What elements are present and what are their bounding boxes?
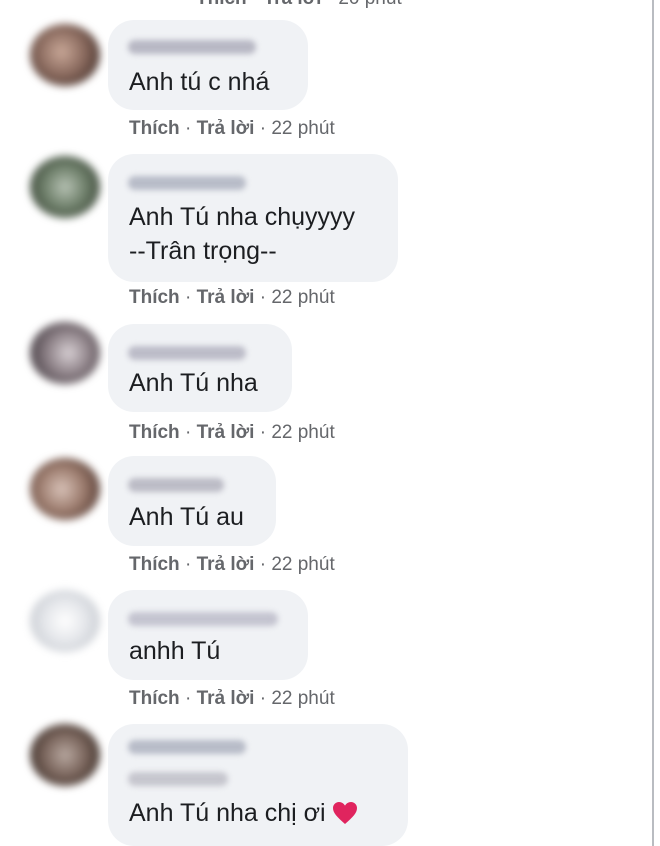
separator: · — [259, 554, 267, 575]
comment-text: Anh tú c nhá — [129, 68, 270, 96]
timestamp[interactable]: 22 phút — [271, 422, 334, 443]
timestamp[interactable]: 22 phút — [271, 118, 334, 139]
timestamp[interactable]: 20 phút — [338, 0, 401, 9]
commenter-name[interactable] — [128, 176, 246, 190]
separator: · — [184, 554, 192, 575]
commenter-name[interactable] — [128, 740, 246, 754]
like-link[interactable]: Thích — [129, 118, 180, 139]
like-link[interactable]: Thích — [129, 422, 180, 443]
separator: · — [184, 287, 192, 308]
comment-text: anhh Tú — [129, 637, 221, 665]
comment-text: Anh Tú nha chụyyyy — [129, 203, 356, 231]
timestamp[interactable]: 22 phút — [271, 688, 334, 709]
separator: · — [259, 118, 267, 139]
timestamp[interactable]: 22 phút — [271, 554, 334, 575]
like-link[interactable]: Thích — [129, 554, 180, 575]
like-link[interactable]: Thích — [196, 0, 247, 9]
separator: · — [259, 287, 267, 308]
like-link[interactable]: Thích — [129, 287, 180, 308]
comment-bubble: Anh Tú au — [108, 456, 276, 546]
timestamp[interactable]: 22 phút — [271, 287, 334, 308]
separator: · — [184, 118, 192, 139]
comment-text: Anh Tú nha chị ơi — [129, 796, 358, 834]
comment-text: Anh Tú au — [129, 503, 244, 531]
window-border — [652, 0, 654, 846]
avatar[interactable] — [30, 322, 100, 384]
like-link[interactable]: Thích — [129, 688, 180, 709]
comment-text-line2: --Trân trọng-- — [129, 237, 277, 265]
reply-link[interactable]: Trả lời — [197, 554, 255, 575]
comment-actions: Thích · Trả lời · 22 phút — [129, 554, 335, 576]
separator: · — [252, 0, 258, 9]
commenter-name[interactable] — [128, 346, 246, 360]
comment-actions: Thích · Trả lời · 22 phút — [129, 118, 335, 140]
avatar[interactable] — [30, 24, 100, 86]
commenter-name[interactable] — [128, 478, 224, 492]
reply-link[interactable]: Trả lời — [197, 287, 255, 308]
comment-bubble: Anh tú c nhá — [108, 20, 308, 110]
separator: · — [184, 422, 192, 443]
comment-actions-prev: Thích · Trả lời · 20 phút — [196, 0, 402, 10]
reply-link[interactable]: Trả lời — [197, 422, 255, 443]
separator: · — [184, 688, 192, 709]
comment-bubble: Anh Tú nha chị ơi — [108, 724, 408, 846]
comment-text: Anh Tú nha — [129, 369, 258, 397]
comment-bubble: Anh Tú nha — [108, 324, 292, 412]
separator: · — [259, 688, 267, 709]
reply-link[interactable]: Trả lời — [264, 0, 322, 9]
red-heart-icon — [332, 800, 358, 834]
separator: · — [327, 0, 333, 9]
avatar[interactable] — [30, 458, 100, 520]
reply-link[interactable]: Trả lời — [197, 688, 255, 709]
commenter-name[interactable] — [128, 40, 256, 54]
commenter-name[interactable] — [128, 612, 278, 626]
comment-actions: Thích · Trả lời · 22 phút — [129, 422, 335, 444]
avatar[interactable] — [30, 156, 100, 218]
comment-bubble: anhh Tú — [108, 590, 308, 680]
reply-link[interactable]: Trả lời — [197, 118, 255, 139]
commenter-subname — [128, 772, 228, 786]
comment-bubble: Anh Tú nha chụyyyy --Trân trọng-- — [108, 154, 398, 282]
separator: · — [259, 422, 267, 443]
comment-actions: Thích · Trả lời · 22 phút — [129, 287, 335, 309]
comment-actions: Thích · Trả lời · 22 phút — [129, 688, 335, 710]
avatar[interactable] — [30, 590, 100, 652]
avatar[interactable] — [30, 724, 100, 786]
